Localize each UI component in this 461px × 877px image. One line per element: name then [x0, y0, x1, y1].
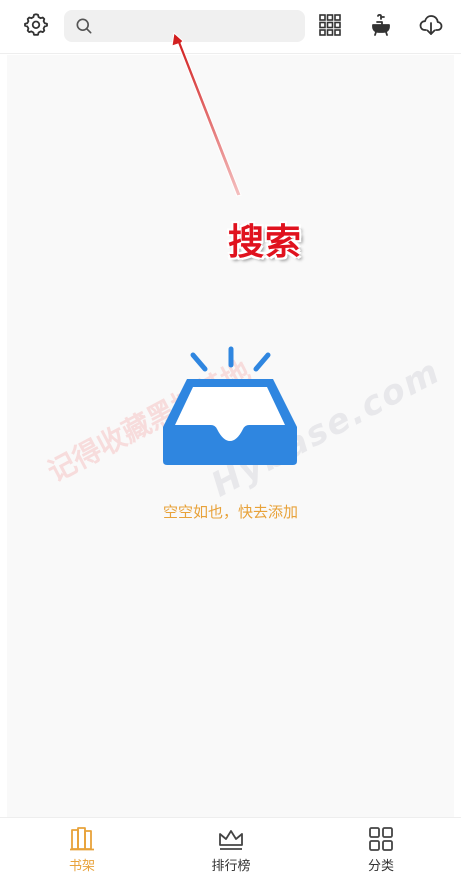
settings-button[interactable] [22, 11, 50, 39]
bottom-navigation: 书架 排行榜 分类 [0, 817, 461, 877]
cloud-download-icon [419, 15, 443, 35]
nav-label-category: 分类 [367, 859, 394, 874]
top-bar [0, 0, 461, 54]
grid-icon [319, 14, 341, 36]
gear-icon [24, 13, 48, 36]
annotation-label: 搜索 [228, 222, 303, 263]
search-bar[interactable] [64, 10, 305, 42]
nav-label-bookshelf: 书架 [68, 859, 95, 874]
clean-button[interactable] [367, 11, 395, 39]
search-input[interactable] [100, 12, 290, 40]
bathtub-icon [372, 13, 390, 36]
bookshelf-icon [70, 827, 94, 851]
nav-item-bookshelf[interactable]: 书架 [47, 826, 117, 874]
nav-item-category[interactable]: 分类 [346, 826, 416, 874]
category-grid-icon [369, 827, 393, 851]
search-icon [76, 18, 92, 34]
empty-inbox-icon [163, 346, 297, 465]
nav-item-ranking[interactable]: 排行榜 [196, 826, 266, 874]
crown-icon [219, 830, 243, 850]
grid-view-button[interactable] [316, 11, 344, 39]
nav-label-ranking: 排行榜 [211, 859, 251, 874]
empty-state-message: 空空如也，快去添加 [162, 503, 298, 521]
cloud-download-button[interactable] [417, 11, 445, 39]
